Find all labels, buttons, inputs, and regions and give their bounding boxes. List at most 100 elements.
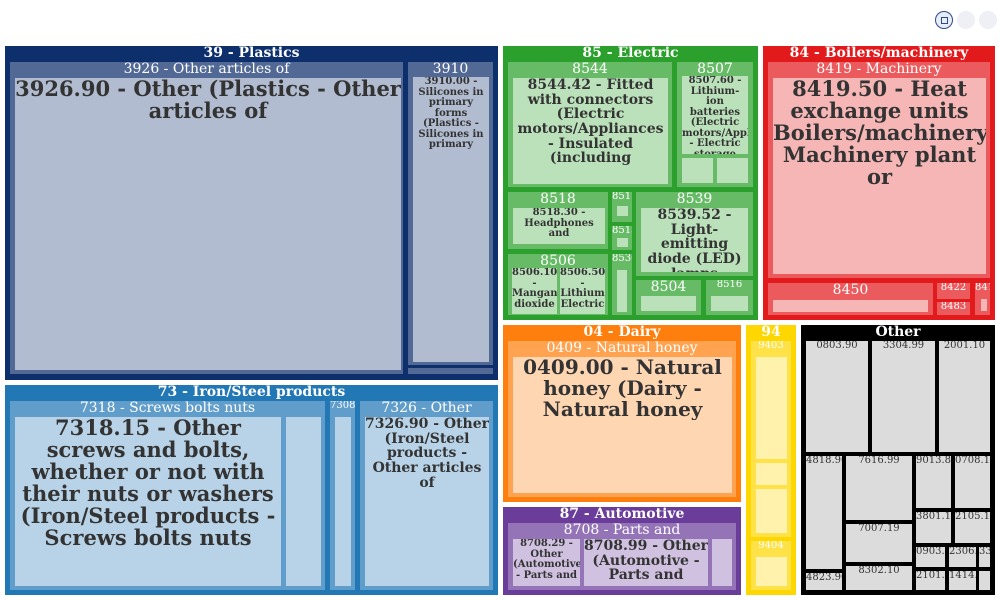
treemap-leaf[interactable] [756, 557, 787, 586]
treemap-leaf[interactable] [712, 539, 732, 586]
group-label: Other [875, 325, 921, 340]
treemap-leaf[interactable]: 2001.10 [939, 341, 990, 452]
subgroup-label: 8530 [612, 254, 632, 264]
leaf-label: 8302.10 [858, 566, 900, 576]
treemap-leaf[interactable]: 3926.90 - Other (Plastics - Other articl… [15, 78, 401, 370]
treemap-leaf[interactable]: 4823.90 [806, 573, 842, 590]
treemap-leaf[interactable]: 8539.52 - Light-emitting diode (LED) lam… [641, 208, 748, 272]
subgroup-label: 8414 [975, 283, 990, 293]
subgroup-label: 9404 [758, 541, 784, 551]
treemap-leaf[interactable]: 8518.30 - Headphones and [513, 208, 605, 244]
treemap-chart: 39 - Plastics 3926 - Other articles of 392… [0, 0, 1000, 600]
treemap-leaf[interactable]: 7318.15 - Other screws and bolts, whethe… [15, 417, 281, 586]
treemap-leaf[interactable]: 8419.50 - Heat exchange units Boilers/ma… [773, 78, 986, 274]
treemap-leaf[interactable]: 8708.99 - Other (Automotive - Parts and [584, 539, 708, 586]
leaf-label: 4823.90 [806, 573, 842, 583]
treemap-leaf[interactable]: 9013.80 [916, 456, 951, 508]
treemap-leaf[interactable]: 3304 [979, 547, 990, 567]
treemap-leaf[interactable]: 3910.00 - Silicones in primary forms (Pl… [413, 77, 489, 362]
leaf-label: 7616.99 [858, 456, 900, 466]
treemap-leaf[interactable]: 3304.99 [872, 341, 935, 452]
treemap-leaf[interactable]: 2306.90 [949, 547, 976, 567]
treemap-leaf[interactable]: 8708.29 - Other (Automotive - Parts and [513, 539, 580, 586]
treemap-leaf[interactable]: 0708.10 [955, 456, 990, 508]
treemap-leaf[interactable]: 8506.50 - Lithium Electric [560, 268, 605, 314]
subgroup-label: 8544 [572, 62, 608, 77]
leaf-label: 7318.15 - Other screws and bolts, whethe… [20, 417, 276, 550]
subgroup-label: 7308 [330, 401, 355, 411]
treemap-leaf[interactable]: 0409.00 - Natural honey (Dairy - Natural… [513, 357, 732, 493]
treemap-leaf[interactable]: 8302.10 [846, 566, 912, 590]
leaf-label: 8544.42 - Fitted with connectors (Electr… [517, 78, 664, 167]
treemap-leaf[interactable]: 7616.99 [846, 456, 912, 520]
leaf-label: 0903.10 [916, 547, 945, 557]
leaf-label: 8708.29 - Other (Automotive - Parts and [513, 539, 580, 581]
treemap-leaf[interactable] [617, 238, 628, 247]
treemap-leaf[interactable] [286, 417, 321, 586]
subgroup-label: 9403 [758, 341, 784, 351]
subgroup-label: 8517 [612, 192, 632, 202]
leaf-label: 7007.19 [858, 524, 900, 534]
leaf-label: 2306.90 [949, 547, 976, 557]
treemap-leaf[interactable]: 0903.10 [916, 547, 945, 567]
treemap-leaf[interactable] [756, 489, 787, 533]
treemap-subgroup[interactable]: 8422 [937, 283, 970, 299]
treemap-leaf[interactable]: 7007.19 [846, 524, 912, 562]
leaf-label: 0708.10 [955, 456, 990, 466]
treemap-leaf[interactable] [617, 206, 628, 216]
treemap-leaf[interactable] [711, 296, 748, 311]
treemap-leaf[interactable]: 0803.90 [806, 341, 868, 452]
treemap-leaf[interactable] [773, 300, 928, 312]
treemap-leaf[interactable]: 2101.11 [916, 571, 945, 590]
treemap-leaf[interactable] [756, 357, 787, 459]
treemap-leaf[interactable] [717, 158, 748, 183]
treemap-leaf[interactable] [617, 270, 627, 312]
leaf-label: 8518.30 - Headphones and [524, 208, 594, 239]
treemap-leaf[interactable] [641, 296, 696, 311]
leaf-label: 4818.90 [806, 456, 842, 466]
treemap-subgroup[interactable]: 8483 [937, 302, 970, 315]
treemap-leaf[interactable]: 2105.11 [955, 512, 990, 543]
leaf-label: 8506.50 - Lithium Electric [560, 268, 605, 310]
subgroup-label: 8539 [676, 192, 713, 207]
leaf-label: 9013.80 [916, 456, 951, 466]
treemap-leaf[interactable]: 8507.60 - Lithium-ion batteries (Electri… [682, 76, 748, 154]
leaf-label: 0409.00 - Natural honey (Dairy - Natural… [523, 357, 722, 420]
leaf-label: 8539.52 - Light-emitting diode (LED) lam… [647, 208, 742, 272]
group-label: 73 - Iron/Steel products [157, 385, 346, 400]
leaf-label: 3304.99 [882, 341, 925, 351]
leaf-label: 8419.50 - Heat exchange units Boilers/ma… [773, 78, 986, 189]
subgroup-label: 8518 [540, 192, 576, 207]
group-label: 85 - Electric [582, 46, 679, 61]
group-label: 94 [761, 325, 781, 340]
treemap-leaf[interactable]: 1414.00 [949, 571, 976, 590]
group-label: 84 - Boilers/machinery [789, 46, 969, 61]
leaf-label: 3801.10 [916, 512, 951, 522]
treemap-leaf[interactable]: 7326.90 - Other (Iron/Steel products - O… [365, 417, 489, 586]
subgroup-label: 8504 [650, 280, 687, 295]
leaf-label: 1414.00 [949, 571, 976, 581]
treemap-leaf[interactable] [756, 463, 787, 485]
treemap-leaf[interactable]: 8544.42 - Fitted with connectors (Electr… [513, 78, 668, 184]
leaf-label: 8506.10 - Manganese dioxide [512, 268, 557, 310]
treemap-leaf[interactable] [682, 158, 713, 183]
leaf-label: 0803.90 [816, 341, 858, 351]
treemap-leaf[interactable] [335, 417, 351, 586]
treemap-leaf[interactable]: 8506.10 - Manganese dioxide [512, 268, 557, 314]
leaf-label: 2105.11 [955, 512, 990, 522]
treemap-leaf[interactable] [979, 571, 990, 590]
treemap-subgroup[interactable] [408, 368, 493, 374]
subgroup-label: 7326 - Other [381, 401, 472, 416]
subgroup-label: 8483 [940, 302, 967, 312]
leaf-label: 2001.10 [943, 341, 986, 351]
treemap-leaf[interactable] [981, 299, 987, 311]
group-label: 39 - Plastics [203, 46, 300, 61]
leaf-label: 7326.90 - Other (Iron/Steel products - O… [365, 417, 489, 491]
subgroup-label: 8516 [716, 280, 743, 290]
subgroup-label: 0409 - Natural honey [546, 341, 698, 356]
group-label: 04 - Dairy [583, 325, 661, 340]
subgroup-label: 8422 [940, 283, 967, 293]
treemap-leaf[interactable]: 4818.90 [806, 456, 842, 569]
leaf-label: 8708.99 - Other (Automotive - Parts and [584, 539, 708, 584]
treemap-leaf[interactable]: 3801.10 [916, 512, 951, 543]
